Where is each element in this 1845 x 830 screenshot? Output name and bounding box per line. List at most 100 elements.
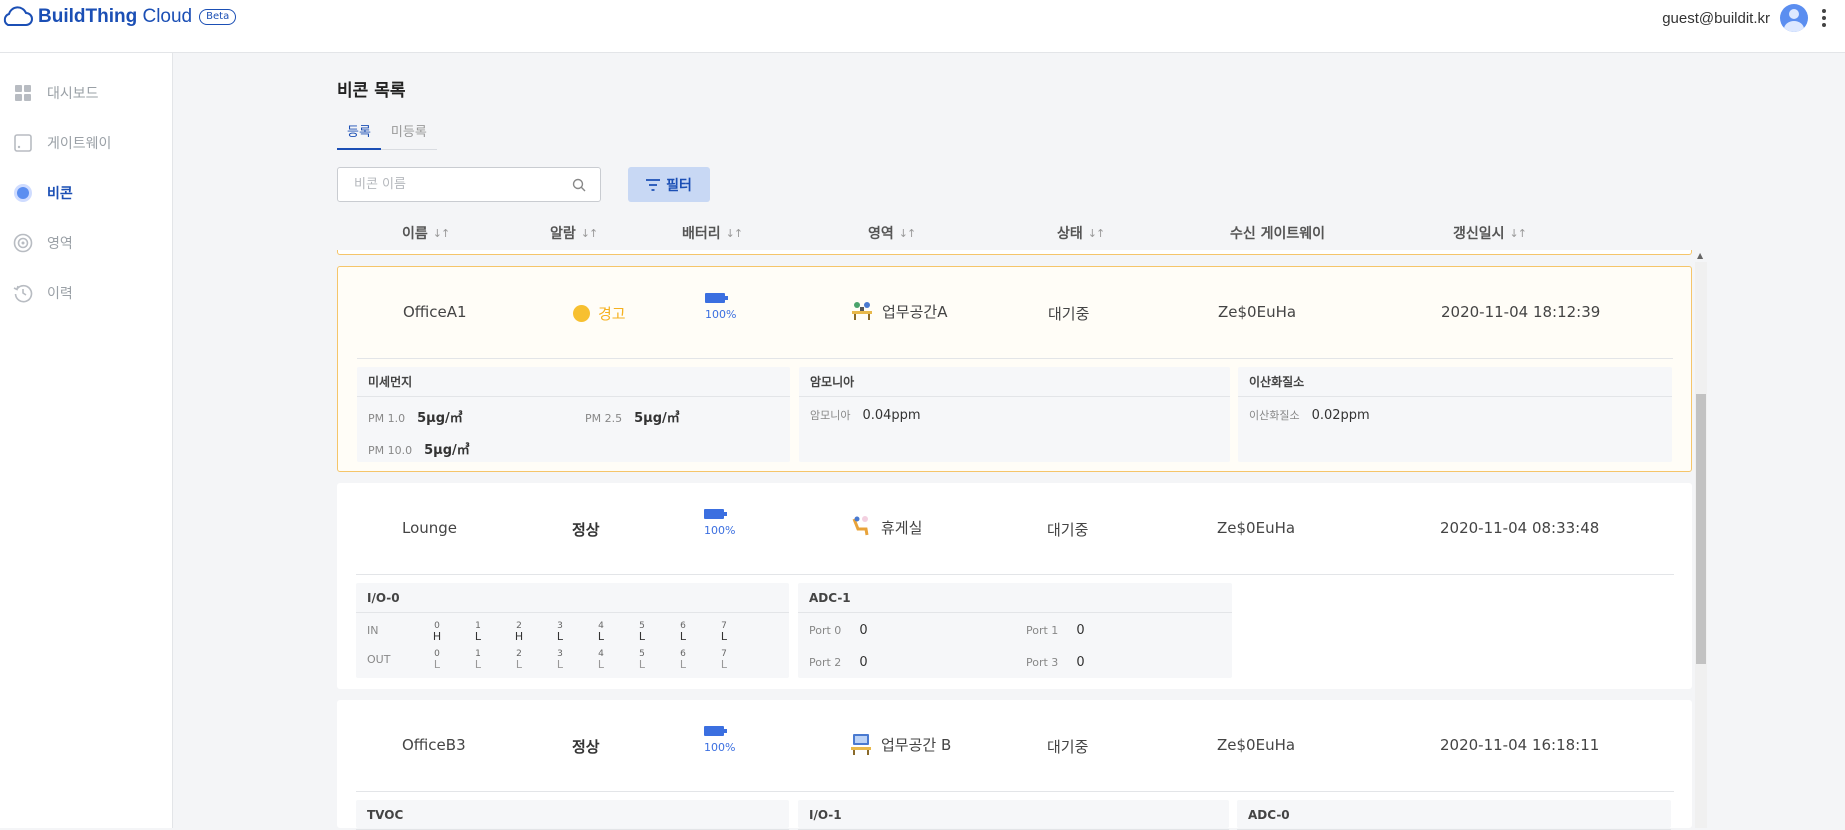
io-in-bit: 0H [432, 621, 442, 643]
lounge-chair-icon [852, 516, 869, 536]
beacon-icon [13, 183, 33, 203]
updated-time: 2020-11-04 18:12:39 [1441, 303, 1601, 321]
sensor-panel-adc: ADC-0 [1237, 800, 1671, 830]
column-header-alarm[interactable]: 알람 ↓↑ [550, 223, 598, 243]
sort-icon[interactable]: ↓↑ [581, 227, 598, 240]
sensor-panel-pm: 미세먼지 PM 1.0 5μg/㎥ PM 2.5 5μg/㎥ PM 10.0 5μg/… [357, 367, 790, 462]
sidebar-item-label: 이력 [47, 286, 73, 302]
io-out-bit: 6L [679, 649, 687, 671]
tab-unregistered[interactable]: 미등록 [381, 117, 437, 149]
battery-status: 100% [704, 726, 735, 754]
row-summary: OfficeB3 정상 100% 업무공간 B 대기중 Ze$0EuHa 202… [337, 700, 1692, 792]
table-header: 이름 ↓↑ 알람 ↓↑ 배터리 ↓↑ 영역 ↓↑ 상태 ↓↑ 수신 게이트웨이 갱신일시 ↓… [337, 219, 1692, 249]
sort-icon[interactable]: ↓↑ [1510, 227, 1527, 240]
user-email[interactable]: guest@buildit.kr [1662, 10, 1770, 27]
beacon-status: 대기중 [1047, 738, 1089, 756]
io-in-bit: 6L [679, 621, 687, 643]
divider [356, 574, 1674, 575]
alarm-status: 정상 [572, 738, 600, 756]
tab-bar: 등록 미등록 [337, 117, 437, 150]
dashboard-icon [13, 83, 33, 103]
table-row[interactable]: OfficeA1 경고 100% 업무공간A 대기중 Ze$0EuHa 2020… [337, 266, 1692, 472]
panel-title: TVOC [356, 800, 789, 830]
divider [356, 791, 1674, 792]
panel-title: I/O-0 [356, 583, 789, 613]
beta-badge: Beta [199, 9, 237, 25]
beacon-status: 대기중 [1047, 521, 1089, 539]
panel-title: I/O-1 [798, 800, 1229, 830]
scroll-up-arrow-icon[interactable]: ▲ [1697, 251, 1703, 260]
battery-icon [704, 509, 727, 519]
search-box [337, 167, 601, 202]
battery-icon [704, 726, 727, 736]
sort-icon[interactable]: ↓↑ [1088, 227, 1105, 240]
row-summary: Lounge 정상 100% 휴게실 대기중 Ze$0EuHa 2020-11-… [337, 483, 1692, 575]
more-menu-icon[interactable] [1822, 9, 1826, 27]
sidebar-item-history[interactable]: 이력 [13, 283, 73, 303]
alarm-status: 정상 [572, 521, 600, 539]
search-icon[interactable] [572, 178, 586, 192]
updated-time: 2020-11-04 16:18:11 [1440, 736, 1600, 754]
receiving-gateway: Ze$0EuHa [1217, 736, 1296, 754]
beacon-status: 대기중 [1048, 305, 1090, 323]
avatar[interactable] [1780, 4, 1808, 32]
io-in-bit: 3L [556, 621, 564, 643]
beacon-name[interactable]: Lounge [402, 519, 457, 537]
io-in-bit: 5L [638, 621, 646, 643]
area-cell: 업무공간A [850, 299, 947, 323]
sensor-panel-ammonia: 암모니아 암모니아 0.04ppm [799, 367, 1230, 462]
battery-status: 100% [704, 509, 735, 537]
column-header-area[interactable]: 영역 ↓↑ [868, 223, 916, 243]
beacon-name[interactable]: OfficeA1 [403, 303, 467, 321]
panel-title: ADC-0 [1237, 800, 1671, 830]
io-in-bit: 1L [474, 621, 482, 643]
filter-label: 필터 [666, 177, 692, 194]
sidebar-item-dashboard[interactable]: 대시보드 [13, 83, 99, 103]
scrollbar[interactable] [1695, 262, 1707, 828]
page-title: 비콘 목록 [337, 81, 406, 101]
column-header-name[interactable]: 이름 ↓↑ [402, 223, 450, 243]
io-out-bit: 0L [433, 649, 441, 671]
sidebar-item-label: 비콘 [47, 186, 73, 202]
workstation-icon [851, 734, 871, 755]
filter-button[interactable]: 필터 [628, 167, 710, 202]
sensor-panel-tvoc: TVOC [356, 800, 789, 830]
filter-icon [646, 178, 661, 191]
sidebar-item-area[interactable]: 영역 [13, 233, 73, 253]
sort-icon[interactable]: ↓↑ [899, 227, 916, 240]
io-in-label: IN [367, 624, 379, 637]
beacon-name[interactable]: OfficeB3 [402, 736, 466, 754]
top-bar: BuildThing Cloud Beta guest@buildit.kr [0, 0, 1845, 53]
sidebar: 대시보드 게이트웨이 비콘 영역 이력 [0, 53, 173, 828]
table-row-edge [337, 250, 1692, 255]
sort-icon[interactable]: ↓↑ [726, 227, 743, 240]
table-row[interactable]: OfficeB3 정상 100% 업무공간 B 대기중 Ze$0EuHa 202… [337, 700, 1692, 830]
divider [357, 358, 1673, 359]
panel-title: 미세먼지 [357, 367, 790, 397]
sidebar-item-label: 대시보드 [47, 86, 99, 102]
search-input[interactable] [338, 168, 558, 201]
sidebar-item-beacon[interactable]: 비콘 [13, 183, 73, 203]
cloud-icon [3, 6, 33, 26]
area-icon [13, 233, 33, 253]
gateway-icon [13, 133, 33, 153]
sensor-panel-io: I/O-1 [798, 800, 1229, 830]
sensor-panel-io: I/O-0 IN OUT 0H 1L 2H 3L 4L 5L 6L 7L 0L 1L 2L 3L 4L 5… [356, 583, 789, 678]
scrollbar-thumb[interactable] [1696, 394, 1706, 664]
column-header-status[interactable]: 상태 ↓↑ [1057, 223, 1105, 243]
table-row[interactable]: Lounge 정상 100% 휴게실 대기중 Ze$0EuHa 2020-11-… [337, 483, 1692, 689]
tab-registered[interactable]: 등록 [337, 117, 381, 150]
receiving-gateway: Ze$0EuHa [1218, 303, 1297, 321]
column-header-updated[interactable]: 갱신일시 ↓↑ [1453, 223, 1527, 243]
battery-icon [705, 293, 728, 303]
sort-icon[interactable]: ↓↑ [433, 227, 450, 240]
brand-logo[interactable]: BuildThing Cloud Beta [0, 4, 237, 30]
battery-status: 100% [705, 293, 736, 321]
io-out-bit: 2L [515, 649, 523, 671]
io-out-bit: 1L [474, 649, 482, 671]
panel-title: 암모니아 [799, 367, 1230, 397]
main-content: 비콘 목록 등록 미등록 필터 이름↓↑ 알람↓↑ 배터리↓↑ 영역↓↑ 상태↓… [174, 53, 1845, 830]
column-header-battery[interactable]: 배터리 ↓↑ [682, 223, 743, 243]
io-in-bit: 2H [514, 621, 524, 643]
sidebar-item-gateway[interactable]: 게이트웨이 [13, 133, 111, 153]
